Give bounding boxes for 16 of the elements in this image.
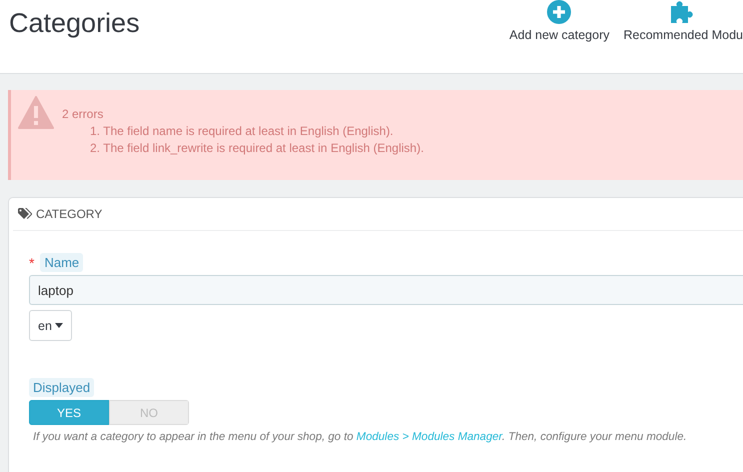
name-input[interactable]: laptop — [29, 275, 743, 305]
toolbar-action-link[interactable]: Recommended Modu — [623, 0, 743, 42]
help-text: If you want a category to appear in the menu of your shop, go to Modules > Modules Manager. Then, configure your menu module. — [33, 431, 688, 443]
error-count: 2 errors — [62, 107, 104, 121]
field-label: Displayed — [29, 378, 94, 397]
error-message: 2. The field link_rewrite is required at least in English (English). — [90, 141, 424, 155]
caret-icon — [54, 323, 63, 328]
language-dropdown[interactable]: en — [29, 310, 72, 341]
field-label: Name — [40, 253, 84, 272]
warning-icon — [18, 96, 54, 129]
page-title: Categories — [9, 8, 140, 39]
toolbar-action-link[interactable]: Add new category — [509, 0, 610, 42]
panel-title: CATEGORY — [36, 207, 102, 221]
tags-icon — [18, 208, 32, 220]
error-message: 1. The field name is required at least in English (English). — [90, 124, 394, 138]
required-mark: * — [29, 254, 34, 270]
